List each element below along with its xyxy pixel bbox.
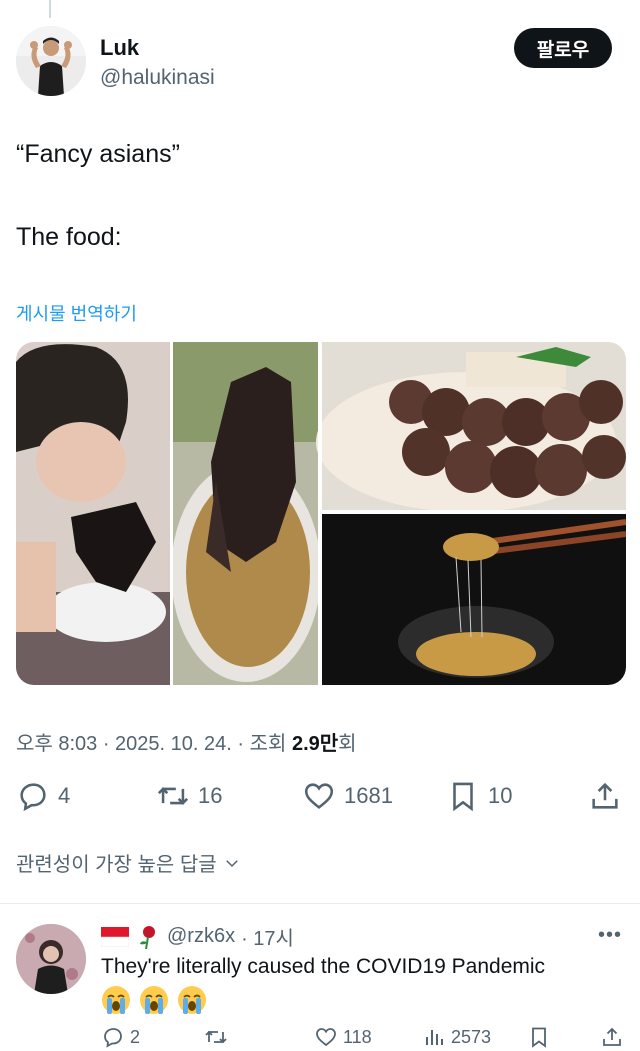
views-suffix: 회 <box>338 733 357 755</box>
tweet-header: Luk @halukinasi 팔로우 <box>16 26 624 98</box>
reply-sort-dropdown[interactable]: 관련성이 가장 높은 답글 <box>16 848 241 877</box>
loudly-crying-face-icon <box>140 986 168 1014</box>
repost-count: 16 <box>198 783 223 808</box>
reply-share-action[interactable] <box>600 1022 624 1051</box>
tweet-time-date: 오후 8:03 · 2025. 10. 24. · 조회 <box>16 733 292 755</box>
chevron-down-icon <box>225 859 238 867</box>
follow-button[interactable]: 팔로우 <box>514 28 612 68</box>
reply-views-count: 2573 <box>451 1026 492 1047</box>
tweet-text-line-2: The food: <box>16 223 122 251</box>
more-options-icon[interactable]: ••• <box>598 924 622 947</box>
heart-icon <box>316 1028 336 1047</box>
repost-icon <box>205 1030 227 1044</box>
author-avatar[interactable] <box>16 26 86 96</box>
media-grid[interactable] <box>16 342 626 685</box>
author-name[interactable]: Luk <box>100 35 139 61</box>
reply-emojis <box>101 985 207 1015</box>
reply-action[interactable]: 4 <box>16 770 70 822</box>
views-chart-icon <box>426 1030 443 1045</box>
author-handle[interactable]: @halukinasi <box>100 66 215 90</box>
views-count: 2.9만 <box>291 733 339 755</box>
section-divider <box>0 903 640 904</box>
tweet-actions: 4 16 1681 10 <box>0 770 640 822</box>
bookmark-icon <box>532 1027 546 1048</box>
bookmark-count: 10 <box>488 783 513 808</box>
media-image-3[interactable] <box>316 342 626 512</box>
loudly-crying-face-icon <box>178 986 206 1014</box>
media-image-4[interactable] <box>322 514 626 685</box>
translate-post-link[interactable]: 게시물 번역하기 <box>16 300 137 326</box>
reply-actions: 2 118 2573 <box>0 1022 640 1051</box>
like-action[interactable]: 1681 <box>302 770 393 822</box>
tweet-meta: 오후 8:03 · 2025. 10. 24. · 조회 2.9만회 <box>16 727 357 756</box>
reply-reply-action[interactable]: 2 <box>101 1022 140 1051</box>
thread-connector-line <box>49 0 51 18</box>
share-action[interactable] <box>588 770 622 822</box>
bookmark-icon <box>453 782 473 812</box>
reply-reply-count: 2 <box>130 1026 141 1047</box>
reply-like-action[interactable]: 118 <box>314 1022 372 1051</box>
reply-repost-action[interactable] <box>204 1022 228 1051</box>
media-image-1[interactable] <box>16 342 170 685</box>
reply-bookmark-action[interactable] <box>527 1022 551 1051</box>
reply-like-count: 118 <box>343 1026 372 1047</box>
reply-views-action[interactable]: 2573 <box>422 1022 491 1051</box>
share-icon <box>603 1027 621 1046</box>
reply-text: They're literally caused the COVID19 Pan… <box>101 955 546 978</box>
reply-icon <box>104 1028 122 1048</box>
reply-time: · 17시 <box>241 928 294 950</box>
reply-count: 4 <box>58 783 71 808</box>
reply-meta: @rzk6x · 17시 <box>101 922 294 951</box>
repost-action[interactable]: 16 <box>156 770 222 822</box>
heart-icon <box>304 783 334 809</box>
like-count: 1681 <box>344 783 393 808</box>
share-icon <box>592 782 618 809</box>
reply-handle[interactable]: @rzk6x <box>167 925 235 948</box>
repost-icon <box>157 787 189 805</box>
bookmark-action[interactable]: 10 <box>446 770 512 822</box>
media-image-2[interactable] <box>171 342 321 685</box>
indonesia-flag-icon <box>101 926 129 947</box>
rose-icon <box>140 925 155 949</box>
reply-sort-label: 관련성이 가장 높은 답글 <box>16 854 217 876</box>
reply-author-avatar[interactable] <box>16 924 86 994</box>
loudly-crying-face-icon <box>102 986 130 1014</box>
tweet-text-line-1: “Fancy asians” <box>16 140 180 168</box>
reply-icon <box>20 783 46 812</box>
